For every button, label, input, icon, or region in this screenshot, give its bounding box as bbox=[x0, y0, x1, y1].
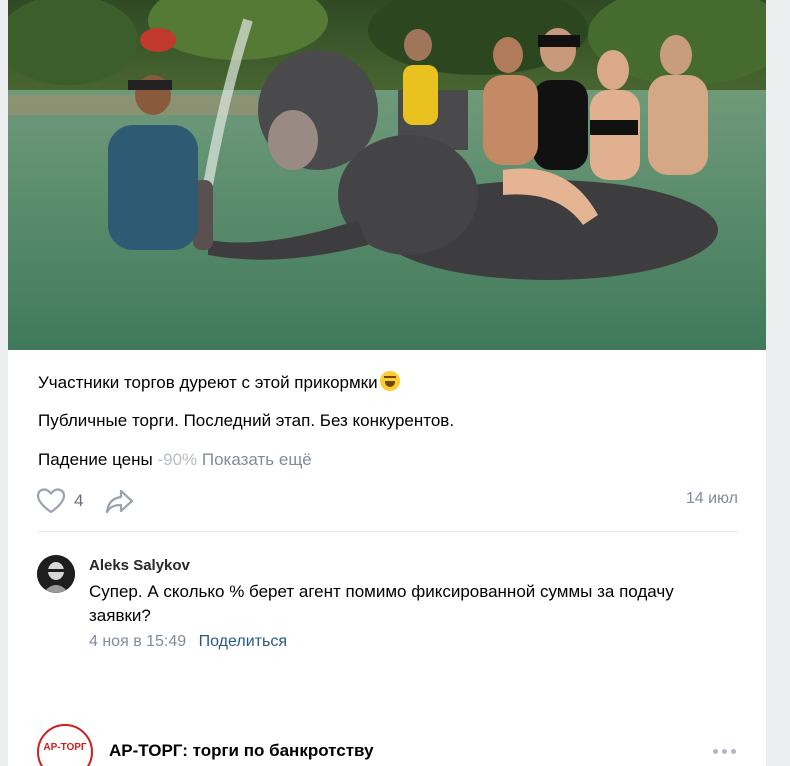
show-more-link[interactable]: Показать ещё bbox=[202, 450, 312, 469]
page-background-right bbox=[766, 0, 790, 766]
post-card: Участники торгов дуреют с этой прикормки… bbox=[8, 0, 766, 766]
post-photo[interactable] bbox=[8, 0, 766, 350]
post-text-line-1: Участники торгов дуреют с этой прикормки bbox=[38, 371, 400, 394]
post-actions: 4 bbox=[36, 486, 135, 516]
next-post-title[interactable]: АР-ТОРГ: торги по банкротству bbox=[109, 741, 374, 761]
like-count: 4 bbox=[74, 491, 84, 510]
next-post-logo: АР-ТОРГ bbox=[43, 742, 87, 753]
share-arrow-icon bbox=[106, 489, 134, 514]
comment-text: Супер. А сколько % берет агент помимо фи… bbox=[89, 582, 674, 625]
dot-icon bbox=[713, 749, 718, 754]
price-drop-text: Падение цены bbox=[38, 450, 158, 469]
price-drop-value: -90% bbox=[157, 450, 198, 469]
comment-author[interactable]: Aleks Salykov bbox=[89, 557, 190, 574]
laughing-face-icon bbox=[379, 371, 400, 391]
comment-date[interactable]: 4 ноя в 15:49 bbox=[89, 633, 186, 650]
post-text-line-2: Публичные торги. Последний этап. Без кон… bbox=[38, 411, 455, 430]
comment-avatar[interactable] bbox=[37, 555, 75, 593]
user-avatar-icon bbox=[37, 555, 75, 593]
elephant-photo bbox=[8, 0, 766, 350]
post-text-line-1-text: Участники торгов дуреют с этой прикормки bbox=[38, 373, 378, 392]
post-date[interactable]: 14 июл bbox=[686, 490, 738, 508]
dot-icon bbox=[722, 749, 727, 754]
heart-icon bbox=[36, 488, 66, 514]
comments-divider bbox=[38, 531, 738, 532]
next-post-avatar[interactable]: АР-ТОРГ bbox=[37, 724, 93, 766]
more-options-button[interactable] bbox=[713, 749, 736, 754]
dot-icon bbox=[731, 749, 736, 754]
comment-meta: 4 ноя в 15:49 Поделиться bbox=[89, 633, 287, 651]
post-text-line-3: Падение цены -90% Показать ещё bbox=[38, 449, 312, 471]
share-button[interactable] bbox=[105, 488, 135, 514]
comment-share-link[interactable]: Поделиться bbox=[199, 633, 287, 650]
like-button[interactable]: 4 bbox=[36, 487, 83, 515]
